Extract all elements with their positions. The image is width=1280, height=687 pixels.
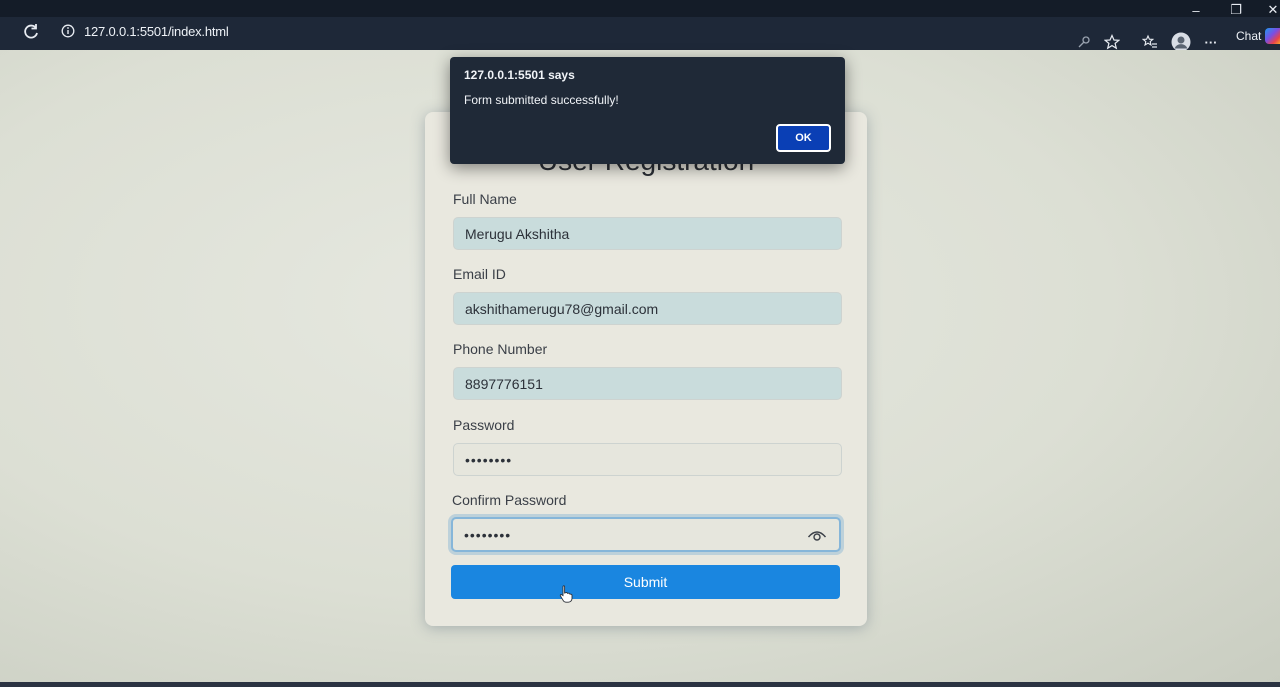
tab-strip: – ❐ ✕ [0,0,1280,18]
restore-button[interactable]: ❐ [1226,2,1246,18]
email-value: akshithamerugu78@gmail.com [465,300,659,317]
submit-button[interactable]: Submit [451,565,840,599]
full-name-value: Merugu Akshitha [465,225,570,242]
taskbar-edge [0,682,1280,687]
alert-ok-button[interactable]: OK [776,124,831,152]
registration-card: User Registration Full Name Merugu Akshi… [425,112,867,626]
phone-label: Phone Number [453,341,548,357]
show-password-eye-icon[interactable] [807,527,827,543]
site-info-icon[interactable] [60,23,76,39]
full-name-label: Full Name [453,191,517,207]
mouse-pointer-icon [559,585,573,603]
address-bar[interactable]: 127.0.0.1:5501/index.html [84,22,229,42]
email-input[interactable]: akshithamerugu78@gmail.com [453,292,842,325]
browser-chrome: – ❐ ✕ 127.0.0.1:5501/index.html ··· Chat [0,0,1280,52]
confirm-password-input[interactable]: •••••••• [451,517,841,552]
copilot-chat-label[interactable]: Chat [1236,29,1261,43]
phone-input[interactable]: 8897776151 [453,367,842,400]
password-value: •••••••• [465,451,513,468]
alert-message: Form submitted successfully! [464,93,619,107]
alert-dialog: 127.0.0.1:5501 says Form submitted succe… [450,57,845,164]
password-label: Password [453,417,515,433]
phone-value: 8897776151 [465,375,543,392]
full-name-input[interactable]: Merugu Akshitha [453,217,842,250]
email-label: Email ID [453,266,506,282]
alert-title: 127.0.0.1:5501 says [464,68,575,82]
confirm-password-label: Confirm Password [452,492,567,508]
reload-icon[interactable] [20,21,42,43]
password-input[interactable]: •••••••• [453,443,842,476]
copilot-icon[interactable] [1265,28,1280,44]
confirm-password-value: •••••••• [464,526,512,543]
close-window-button[interactable]: ✕ [1263,2,1280,18]
minimize-button[interactable]: – [1186,2,1206,18]
